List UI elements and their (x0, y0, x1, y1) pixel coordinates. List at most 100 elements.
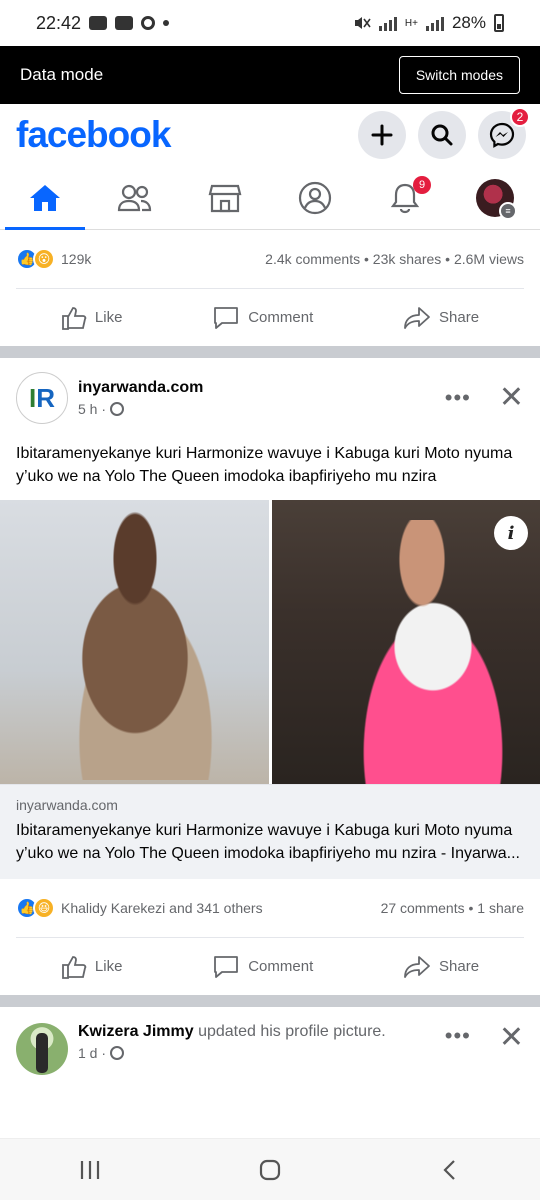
avatar[interactable] (16, 1023, 68, 1075)
post-author[interactable]: inyarwanda.com (78, 379, 435, 397)
opera-icon (141, 16, 156, 30)
share-button[interactable]: Share (389, 954, 493, 980)
status-bar: 22:42 H+ 28% (0, 0, 540, 46)
engagement-stats[interactable]: 27 comments • 1 share (381, 900, 524, 916)
post-header: Kwizera Jimmy updated his profile pictur… (0, 1007, 540, 1085)
post-actions: Like Comment Share (16, 288, 524, 346)
post-link-image[interactable]: i (0, 500, 540, 784)
search-icon (431, 124, 453, 146)
profile-icon (298, 181, 332, 214)
data-mode-label: Data mode (20, 65, 104, 84)
network-type: H+ (404, 17, 418, 29)
hide-post-button[interactable]: ✕ (499, 1023, 524, 1053)
more-options-button[interactable]: ••• (445, 385, 471, 411)
youtube-icon (115, 16, 134, 30)
like-button[interactable]: Like (47, 305, 137, 331)
wow-reaction-icon: 😮 (33, 248, 55, 270)
globe-icon (110, 1046, 125, 1060)
create-button[interactable] (358, 111, 406, 159)
youtube-icon (89, 16, 108, 30)
post-author[interactable]: Kwizera Jimmy (78, 1023, 194, 1040)
image-left (0, 500, 269, 784)
system-nav-bar (0, 1138, 540, 1200)
battery-percent: 28% (451, 13, 486, 32)
signal-icon-2 (425, 15, 444, 31)
avatar: ≡ (476, 178, 517, 220)
nav-tabs: 9 ≡ (0, 166, 540, 230)
battery-icon (494, 14, 504, 32)
link-domain: inyarwanda.com (16, 797, 118, 813)
post-actions: Like Comment Share (16, 937, 524, 995)
mute-icon (354, 17, 371, 29)
share-label: Share (439, 309, 480, 326)
tab-home[interactable] (5, 166, 85, 230)
tab-notifications[interactable]: 9 (365, 166, 445, 230)
search-button[interactable] (418, 111, 466, 159)
views-count: 2.6M views (453, 251, 524, 267)
feed-divider (0, 346, 540, 358)
data-mode-bar: Data mode Switch modes (0, 46, 540, 104)
post-reactions-summary: 👍 😆 Khalidy Karekezi and 341 others 27 c… (0, 879, 540, 937)
reactions-button[interactable]: 👍 😆 Khalidy Karekezi and 341 others (16, 897, 263, 919)
home-icon (30, 184, 60, 211)
tab-marketplace[interactable] (185, 166, 265, 230)
tab-friends[interactable] (95, 166, 175, 230)
home-system-button[interactable] (240, 1150, 300, 1190)
shares-count: 1 share (477, 900, 524, 916)
share-button[interactable]: Share (389, 305, 493, 331)
post-time[interactable]: 5 h · (78, 401, 106, 417)
like-label: Like (94, 309, 123, 326)
post-reactions-summary: 👍 😮 129k 2.4k comments • 23k shares • 2.… (0, 230, 540, 288)
hide-post-button[interactable]: ✕ (499, 383, 524, 413)
engagement-stats[interactable]: 2.4k comments • 23k shares • 2.6M views (265, 251, 524, 267)
friends-icon (117, 184, 152, 211)
messenger-icon (489, 122, 515, 148)
post-header: IR inyarwanda.com 5 h · ••• ✕ (0, 358, 540, 434)
post-time[interactable]: 1 d · (78, 1045, 106, 1061)
post-text: Ibitaramenyekanye kuri Harmonize wavuye … (16, 445, 513, 485)
share-icon (404, 306, 430, 329)
plus-icon (371, 124, 393, 146)
notifications-badge: 9 (413, 175, 431, 194)
more-notifications-dot (163, 20, 170, 26)
comments-count: 27 comments (380, 900, 465, 916)
like-label: Like (94, 958, 123, 975)
comment-button[interactable]: Comment (198, 954, 327, 980)
like-button[interactable]: Like (47, 954, 137, 980)
shares-count: 23k shares (372, 251, 442, 267)
reactors: Khalidy Karekezi and 341 others (61, 900, 263, 916)
tab-profile[interactable] (275, 166, 355, 230)
menu-icon: ≡ (499, 201, 517, 220)
comment-icon (214, 955, 239, 978)
tab-menu[interactable]: ≡ (455, 166, 535, 230)
back-chevron-icon (443, 1159, 455, 1180)
comments-count: 2.4k comments (265, 251, 361, 267)
post-action-text: updated his profile picture. (198, 1023, 386, 1040)
link-title: Ibitaramenyekanye kuri Harmonize wavuye … (16, 822, 520, 862)
comment-icon (214, 306, 239, 329)
facebook-logo[interactable]: facebook (16, 114, 171, 156)
link-preview[interactable]: inyarwanda.com Ibitaramenyekanye kuri Ha… (0, 784, 540, 879)
back-button[interactable] (420, 1150, 480, 1190)
more-options-button[interactable]: ••• (445, 1023, 471, 1049)
comment-label: Comment (248, 309, 314, 326)
feed-divider (0, 995, 540, 1007)
messenger-button[interactable]: 2 (478, 107, 530, 159)
globe-icon (110, 402, 125, 416)
switch-modes-button[interactable]: Switch modes (398, 56, 520, 94)
reactions-button[interactable]: 👍 😮 129k (16, 248, 91, 270)
page-avatar[interactable]: IR (16, 372, 68, 424)
info-icon[interactable]: i (494, 516, 528, 550)
recent-apps-button[interactable] (60, 1150, 120, 1190)
marketplace-icon (208, 184, 242, 212)
recents-icon (80, 1160, 100, 1179)
comment-label: Comment (248, 958, 314, 975)
status-time: 22:42 (36, 12, 82, 33)
share-label: Share (439, 958, 480, 975)
messenger-badge: 2 (510, 107, 530, 127)
comment-button[interactable]: Comment (198, 305, 327, 331)
thumbs-up-icon (61, 306, 87, 330)
signal-icon (378, 15, 397, 31)
app-header: facebook 2 (0, 104, 540, 166)
thumbs-up-icon (61, 955, 87, 979)
